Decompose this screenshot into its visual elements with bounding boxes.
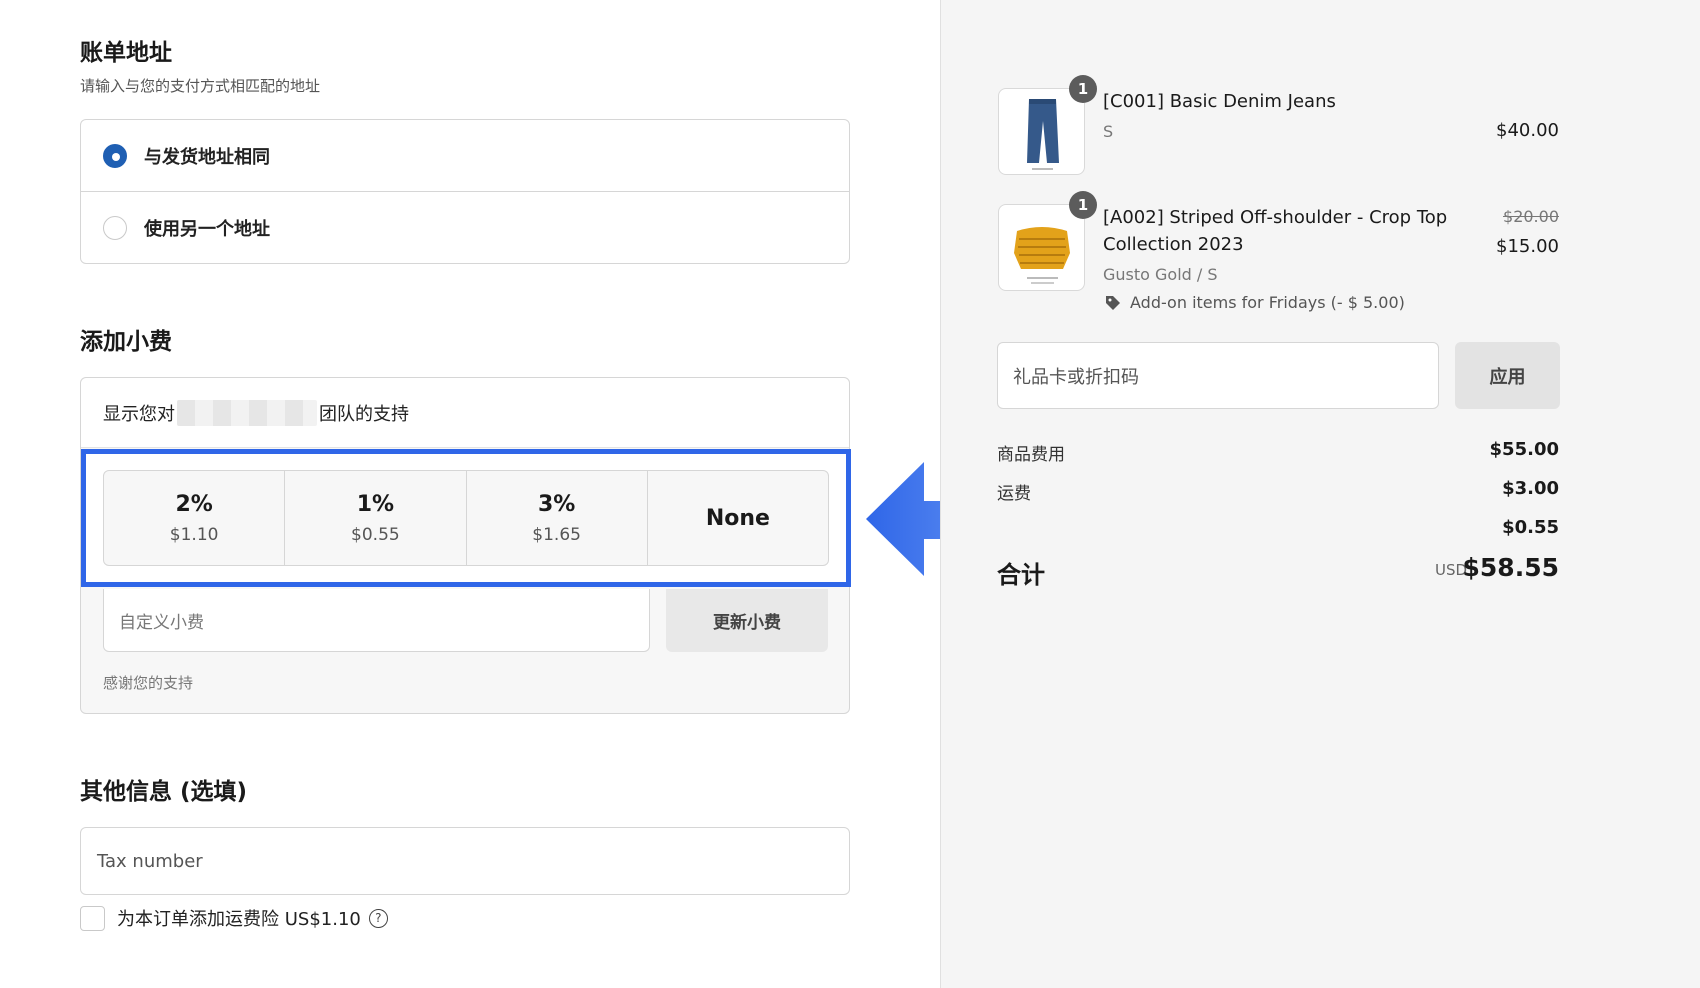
item-name: [C001] Basic Denim Jeans — [1103, 91, 1336, 112]
shipping-insurance-checkbox[interactable] — [80, 905, 105, 931]
tip-option-2pct[interactable]: 2% $1.10 — [104, 471, 286, 565]
discount-label: Add-on items for Fridays (- $ 5.00) — [1130, 293, 1405, 312]
item-price: $15.00 — [1496, 236, 1559, 257]
item-name-line2: Collection 2023 — [1103, 234, 1244, 255]
radio-unchecked-icon[interactable] — [103, 216, 127, 240]
item-name: [A002] Striped Off-shoulder - Crop Top — [1103, 207, 1448, 228]
tip-support-text: 显示您对 团队的支持 — [81, 378, 849, 448]
total-value: $58.55 — [1462, 553, 1559, 582]
product-thumbnail-jeans: 1 — [998, 75, 1097, 175]
apply-button[interactable]: 应用 — [1455, 342, 1560, 409]
tip-value: $0.55 — [1502, 517, 1559, 538]
tip-thanks-text: 感谢您的支持 — [103, 674, 194, 692]
tip-options: 2% $1.10 1% $0.55 3% $1.65 None — [103, 470, 829, 566]
quantity-badge: 1 — [1069, 75, 1097, 103]
tax-number-input[interactable]: Tax number — [80, 827, 850, 895]
tip-amount: $1.10 — [169, 524, 219, 545]
checkout-form: 账单地址 请输入与您的支付方式相匹配的地址 与发货地址相同 使用另一个地址 添加… — [0, 0, 940, 988]
tip-amount: $0.55 — [351, 524, 400, 545]
item-price: $40.00 — [1496, 120, 1559, 141]
shipping-insurance-label: 为本订单添加运费险 US$1.10 — [117, 909, 361, 930]
update-tip-button[interactable]: 更新小费 — [666, 589, 828, 652]
sweater-image-icon — [1014, 227, 1070, 284]
tip-option-3pct[interactable]: 3% $1.65 — [467, 471, 648, 565]
radio-checked-icon[interactable] — [103, 143, 127, 168]
billing-option-same[interactable]: 与发货地址相同 — [81, 120, 849, 192]
tip-percent: 2% — [175, 491, 213, 517]
tip-none-label: None — [705, 505, 770, 531]
tip-option-1pct[interactable]: 1% $0.55 — [285, 471, 467, 565]
billing-subtitle: 请输入与您的支付方式相匹配的地址 — [80, 77, 321, 95]
tip-title: 添加小费 — [80, 329, 172, 355]
tip-support-suffix: 团队的支持 — [319, 403, 409, 425]
total-label: 合计 — [997, 561, 1045, 589]
jeans-image-icon — [1027, 99, 1059, 170]
tip-support-prefix: 显示您对 — [103, 403, 175, 425]
tip-percent: 3% — [537, 491, 576, 517]
billing-option-label: 与发货地址相同 — [144, 146, 270, 168]
item-variant: Gusto Gold / S — [1103, 265, 1218, 284]
billing-option-different[interactable]: 使用另一个地址 — [81, 192, 849, 263]
tip-percent: 1% — [356, 491, 395, 517]
tip-amount: $1.65 — [532, 524, 581, 545]
extra-info-title: 其他信息 (选填) — [80, 779, 248, 805]
subtotal-value: $55.00 — [1489, 439, 1559, 460]
redacted-store-name — [177, 399, 317, 426]
help-icon[interactable]: ? — [368, 908, 388, 928]
shipping-label: 运费 — [997, 484, 1031, 504]
gift-card-input[interactable]: 礼品卡或折扣码 — [997, 342, 1439, 409]
tag-icon — [1106, 295, 1120, 310]
product-thumbnail-top: 1 — [998, 191, 1097, 291]
billing-option-label: 使用另一个地址 — [144, 219, 270, 240]
billing-address-options: 与发货地址相同 使用另一个地址 — [80, 119, 850, 264]
custom-tip-placeholder: 自定义小费 — [119, 612, 204, 633]
tip-option-none[interactable]: None — [648, 471, 828, 565]
item-original-price: $20.00 — [1503, 207, 1559, 226]
discount-row: Add-on items for Fridays (- $ 5.00) — [1105, 293, 1405, 312]
gift-card-placeholder: 礼品卡或折扣码 — [1013, 366, 1139, 388]
subtotal-label: 商品费用 — [997, 445, 1065, 465]
shipping-insurance-row: 为本订单添加运费险 US$1.10 ? — [80, 905, 388, 931]
custom-tip-input[interactable]: 自定义小费 — [103, 589, 650, 652]
quantity-badge: 1 — [1069, 191, 1097, 219]
item-variant: S — [1103, 122, 1114, 141]
billing-title: 账单地址 — [80, 40, 172, 66]
tax-number-placeholder: Tax number — [97, 850, 203, 872]
shipping-value: $3.00 — [1502, 478, 1559, 499]
